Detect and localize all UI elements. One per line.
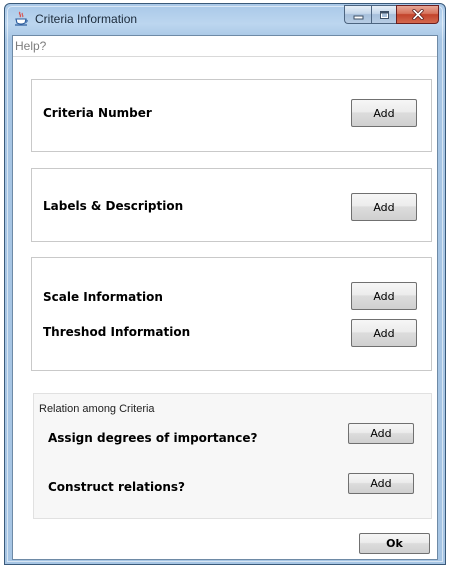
dialog-content: Help? Criteria Number Add Labels & Descr… [12, 35, 438, 560]
labels-description-panel: Labels & Description Add [31, 168, 432, 242]
caption-buttons [344, 5, 439, 24]
maximize-button[interactable] [371, 5, 396, 24]
relation-group-title: Relation among Criteria [39, 403, 155, 415]
minimize-button[interactable] [344, 5, 371, 24]
minimize-icon [353, 5, 364, 24]
menu-help[interactable]: Help? [15, 39, 46, 53]
criteria-number-label: Criteria Number [43, 106, 152, 120]
java-cup-icon [13, 11, 29, 27]
construct-relations-label: Construct relations? [48, 480, 185, 494]
maximize-icon [379, 5, 390, 24]
scale-information-label: Scale Information [43, 290, 163, 304]
criteria-number-add-button[interactable]: Add [351, 99, 417, 127]
close-button[interactable] [396, 5, 439, 24]
app-window: Criteria Information Help? Criteria Numb… [4, 3, 446, 565]
labels-description-label: Labels & Description [43, 199, 184, 213]
scale-threshold-panel: Scale Information Add Threshod Informati… [31, 257, 432, 371]
scale-information-add-button[interactable]: Add [351, 282, 417, 310]
construct-relations-add-button[interactable]: Add [348, 473, 414, 494]
window-title: Criteria Information [35, 12, 138, 26]
menu-bar: Help? [13, 36, 437, 57]
close-icon [411, 5, 424, 24]
labels-description-add-button[interactable]: Add [351, 193, 417, 221]
relation-group: Relation among Criteria Assign degrees o… [33, 393, 432, 519]
criteria-number-panel: Criteria Number Add [31, 79, 432, 152]
title-bar[interactable]: Criteria Information [5, 4, 445, 34]
ok-button[interactable]: Ok [359, 533, 430, 554]
assign-importance-add-button[interactable]: Add [348, 423, 414, 444]
threshold-information-label: Threshod Information [43, 325, 191, 339]
assign-importance-label: Assign degrees of importance? [48, 431, 258, 445]
threshold-information-add-button[interactable]: Add [351, 319, 417, 347]
